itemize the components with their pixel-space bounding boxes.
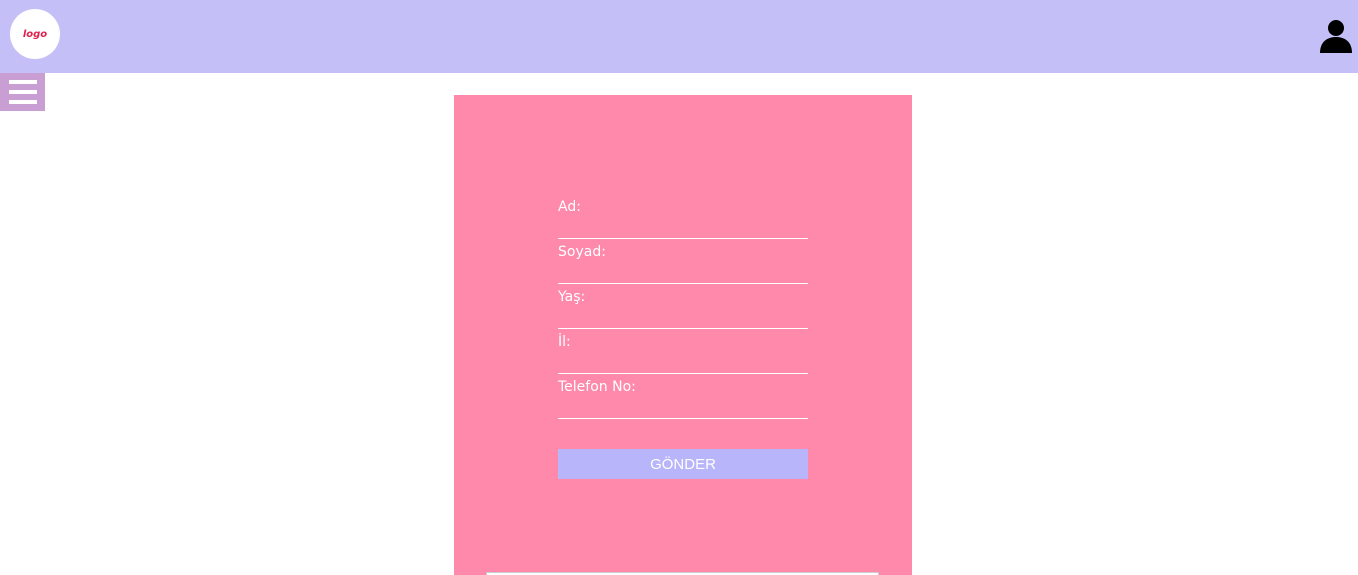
name-label: Ad: bbox=[558, 199, 581, 215]
menu-bar bbox=[8, 90, 37, 94]
city-input[interactable] bbox=[558, 352, 808, 374]
logo[interactable]: logo bbox=[10, 9, 60, 59]
surname-input[interactable] bbox=[558, 262, 808, 284]
menu-bar bbox=[8, 100, 37, 104]
contact-form: Ad: Soyad: Yaş: İl: Telefon No: bbox=[558, 199, 808, 424]
name-input[interactable] bbox=[558, 217, 808, 239]
age-field-group: Yaş: bbox=[558, 289, 808, 334]
user-icon[interactable] bbox=[1318, 18, 1354, 54]
menu-bar bbox=[8, 80, 37, 84]
hamburger-menu-icon[interactable] bbox=[0, 73, 45, 111]
surname-field-group: Soyad: bbox=[558, 244, 808, 289]
phone-field-group: Telefon No: bbox=[558, 379, 808, 424]
top-header: logo bbox=[0, 0, 1358, 73]
logo-icon: logo bbox=[23, 29, 47, 40]
age-label: Yaş: bbox=[558, 289, 586, 305]
city-field-group: İl: bbox=[558, 334, 808, 379]
city-label: İl: bbox=[558, 334, 571, 350]
form-panel: Ad: Soyad: Yaş: İl: Telefon No: GÖNDER bbox=[454, 95, 912, 575]
name-field-group: Ad: bbox=[558, 199, 808, 244]
surname-label: Soyad: bbox=[558, 244, 606, 260]
phone-input[interactable] bbox=[558, 397, 808, 419]
phone-label: Telefon No: bbox=[558, 379, 636, 395]
submit-button[interactable]: GÖNDER bbox=[558, 449, 808, 479]
svg-text:logo: logo bbox=[23, 29, 47, 40]
age-input[interactable] bbox=[558, 307, 808, 329]
